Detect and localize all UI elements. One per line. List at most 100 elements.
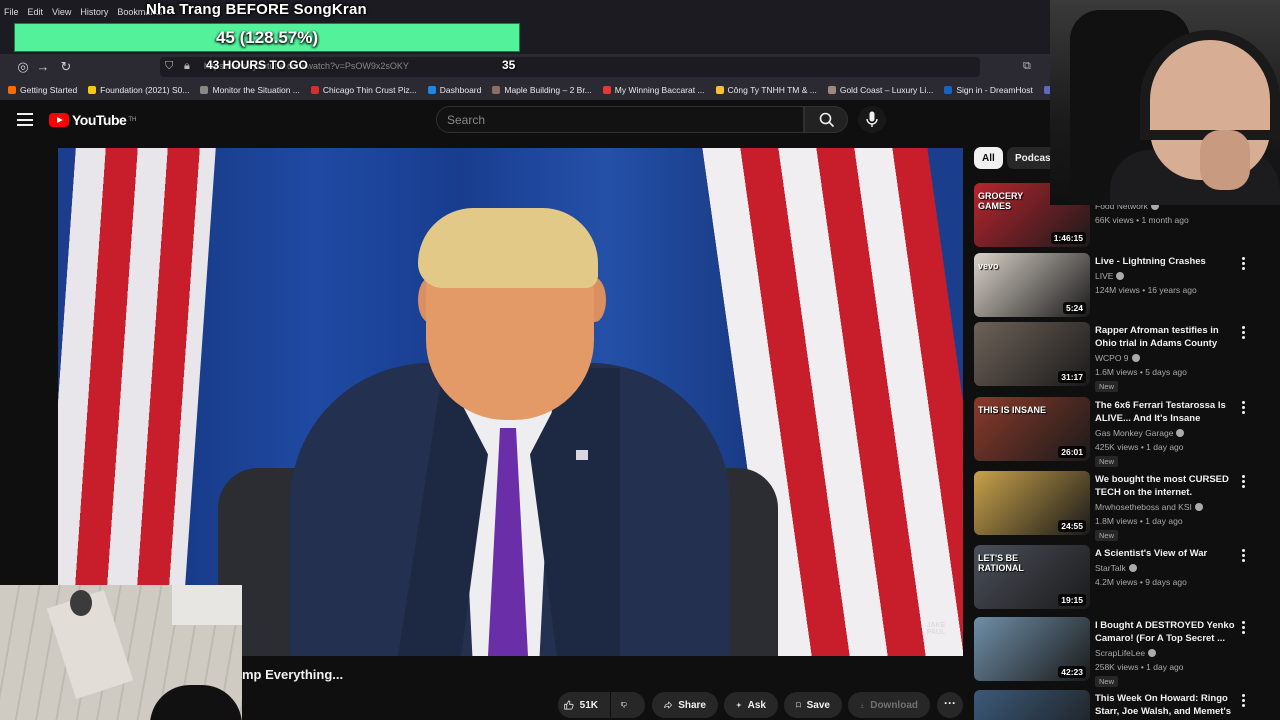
channel-name[interactable]: LIVE: [1095, 271, 1125, 281]
stream-counter: 35: [502, 58, 516, 72]
share-icon: [664, 701, 673, 709]
menu-history[interactable]: History: [80, 7, 108, 17]
video-thumbnail[interactable]: vevo 5:24: [974, 253, 1090, 317]
more-options-icon[interactable]: [1238, 549, 1248, 565]
bookmark-item[interactable]: Monitor the Situation ...: [200, 85, 300, 95]
reload-icon[interactable]: ↻: [57, 58, 75, 76]
more-actions-icon[interactable]: ···: [937, 692, 963, 718]
bookmark-item[interactable]: Chicago Thin Crust Piz...: [310, 85, 417, 95]
recommendation-item[interactable]: This Week On Howard: Ringo Starr, Joe Wa…: [974, 690, 1274, 720]
menu-file[interactable]: File: [4, 7, 19, 17]
menu-edit[interactable]: Edit: [28, 7, 44, 17]
bookmark-favicon-icon: [88, 86, 97, 94]
search-placeholder: Search: [447, 113, 486, 127]
bookmark-item[interactable]: Gold Coast – Luxury Li...: [827, 85, 933, 95]
firefox-view-icon[interactable]: ◎: [14, 58, 32, 76]
ask-button[interactable]: Ask: [724, 692, 778, 718]
forward-icon[interactable]: →: [34, 58, 52, 76]
video-title: mp Everything...: [242, 667, 344, 682]
video-duration: 19:15: [1058, 594, 1086, 606]
donation-goal-text: 45 (128.57%): [215, 28, 319, 47]
new-badge: New: [1095, 456, 1119, 467]
more-options-icon[interactable]: [1238, 475, 1248, 491]
bookmark-label: Dashboard: [439, 85, 482, 95]
recommendation-title[interactable]: We bought the most CURSED TECH on the in…: [1095, 473, 1235, 499]
bookmark-item[interactable]: Foundation (2021) S0...: [88, 85, 189, 95]
verified-icon: [1131, 354, 1140, 362]
channel-name-text: StarTalk: [1095, 563, 1126, 573]
bookmark-label: Chicago Thin Crust Piz...: [322, 85, 417, 95]
share-button[interactable]: Share: [652, 692, 718, 718]
ask-label: Ask: [747, 699, 766, 711]
bookmark-label: Sign in - DreamHost: [956, 85, 1033, 95]
more-options-icon[interactable]: [1238, 401, 1248, 417]
download-button[interactable]: Download: [848, 692, 930, 718]
recommendation-title[interactable]: I Bought A DESTROYED Yenko Camaro! (For …: [1095, 619, 1235, 645]
channel-name[interactable]: Gas Monkey Garage: [1095, 428, 1185, 438]
recommendation-title[interactable]: This Week On Howard: Ringo Starr, Joe Wa…: [1095, 692, 1235, 719]
recommendation-item[interactable]: 42:23 I Bought A DESTROYED Yenko Camaro! …: [974, 617, 1274, 687]
recommendation-title[interactable]: A Scientist's View of War: [1095, 547, 1235, 560]
recommendation-item[interactable]: LET'S BE RATIONAL 19:15 A Scientist's View…: [974, 545, 1274, 611]
voice-search-button[interactable]: [858, 106, 886, 133]
bookmark-label: Công Ty TNHH TM & ...: [727, 85, 817, 95]
bookmark-item[interactable]: Dashboard: [427, 85, 482, 95]
more-options-icon[interactable]: [1238, 694, 1248, 710]
thumbnail-text: LET'S BE RATIONAL: [978, 553, 1024, 573]
video-duration: 26:01: [1058, 446, 1086, 458]
save-button[interactable]: Save: [784, 692, 842, 718]
recommendation-item[interactable]: 24:55 We bought the most CURSED TECH on t…: [974, 471, 1274, 541]
video-thumbnail[interactable]: 42:23: [974, 617, 1090, 681]
channel-name[interactable]: Mrwhosetheboss and KSI: [1095, 502, 1203, 512]
streamer-hand: [1200, 130, 1250, 190]
video-thumbnail[interactable]: THIS IS INSANE 26:01: [974, 397, 1090, 461]
video-thumbnail[interactable]: 24:55: [974, 471, 1090, 535]
bookmark-item[interactable]: My Winning Baccarat ...: [602, 85, 705, 95]
recommendation-item[interactable]: vevo 5:24 Live - Lightning Crashes LIVE 124M…: [974, 253, 1274, 319]
video-thumbnail[interactable]: LET'S BE RATIONAL 19:15: [974, 545, 1090, 609]
lock-icon[interactable]: 🔒︎: [184, 60, 190, 73]
video-player[interactable]: JAKE PAUL: [58, 148, 963, 656]
more-options-icon[interactable]: [1238, 326, 1248, 342]
menu-view[interactable]: View: [52, 7, 71, 17]
channel-name-text: WCPO 9: [1095, 353, 1129, 363]
search-icon: [819, 112, 835, 128]
thumbnail-text: GROCERY GAMES: [978, 191, 1024, 211]
video-duration: 42:23: [1058, 666, 1086, 678]
recommendation-item[interactable]: 31:17 Rapper Afroman testifies in Ohio tr…: [974, 322, 1274, 392]
bookmark-icon: [796, 702, 801, 708]
recommendation-item[interactable]: THIS IS INSANE 26:01 The 6x6 Ferrari Testa…: [974, 397, 1274, 467]
recommendation-title[interactable]: Rapper Afroman testifies in Ohio trial i…: [1095, 324, 1235, 350]
video-thumbnail[interactable]: 31:17: [974, 322, 1090, 386]
more-options-icon[interactable]: [1238, 621, 1248, 637]
recommendation-title[interactable]: Live - Lightning Crashes: [1095, 255, 1235, 268]
channel-name[interactable]: WCPO 9: [1095, 353, 1140, 363]
verified-icon: [1128, 564, 1137, 572]
youtube-logo[interactable]: YouTube TH: [49, 112, 136, 128]
bookmark-favicon-icon: [715, 86, 724, 94]
search-input[interactable]: Search: [436, 106, 804, 133]
picture-in-picture-icon[interactable]: ⧉: [1023, 60, 1031, 73]
video-thumbnail[interactable]: [974, 690, 1090, 720]
thumbnail-text: THIS IS INSANE: [978, 405, 1047, 415]
bookmark-favicon-icon: [944, 86, 953, 94]
more-options-icon[interactable]: [1238, 257, 1248, 273]
menu-icon[interactable]: [17, 113, 33, 126]
chip-all[interactable]: All: [974, 147, 1003, 169]
thumbs-up-icon: [564, 700, 574, 710]
channel-name[interactable]: StarTalk: [1095, 563, 1137, 573]
bookmark-item[interactable]: Công Ty TNHH TM & ...: [715, 85, 817, 95]
channel-name[interactable]: ScrapLifeLee: [1095, 648, 1157, 658]
bookmark-item[interactable]: Getting Started: [8, 85, 77, 95]
search-button[interactable]: [804, 106, 848, 133]
shield-icon[interactable]: ⛉: [165, 60, 173, 73]
recommendation-title[interactable]: The 6x6 Ferrari Testarossa Is ALIVE... A…: [1095, 399, 1235, 425]
bookmark-item[interactable]: Maple Building – 2 Br...: [492, 85, 592, 95]
bookmark-item[interactable]: Sign in - DreamHost: [944, 85, 1033, 95]
video-meta: 258K views • 1 day ago: [1095, 662, 1184, 672]
video-meta: 425K views • 1 day ago: [1095, 442, 1184, 452]
youtube-play-icon: [49, 113, 69, 127]
like-button[interactable]: 51K: [558, 692, 610, 718]
video-meta: 66K views • 1 month ago: [1095, 215, 1189, 225]
dislike-button[interactable]: [611, 692, 645, 718]
